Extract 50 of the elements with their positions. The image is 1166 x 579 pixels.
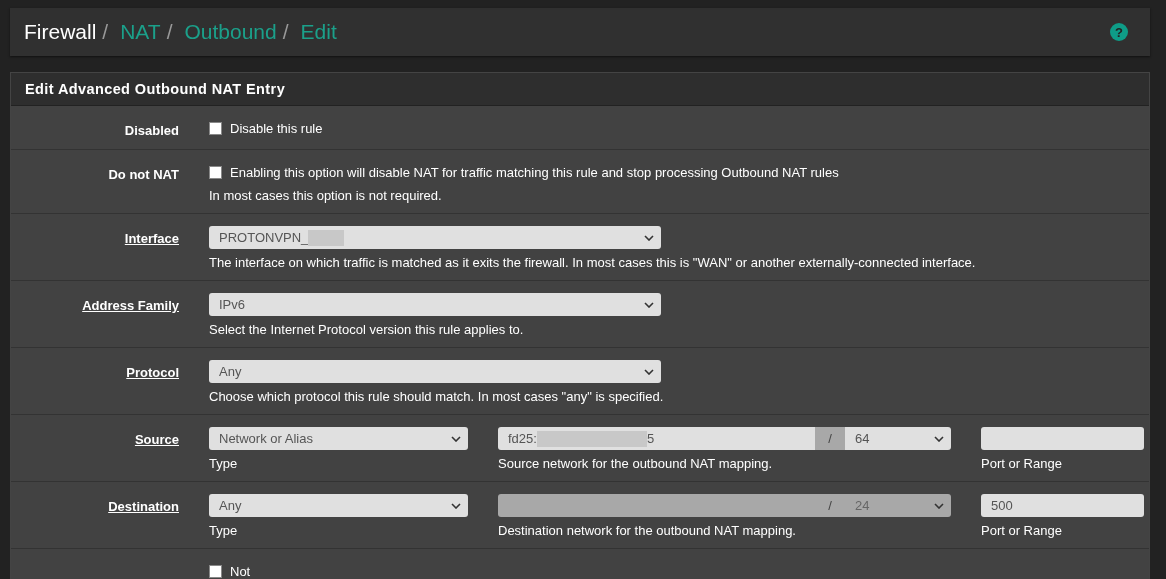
checkbox-label: Not bbox=[230, 563, 251, 579]
breadcrumb-item[interactable]: Outbound bbox=[184, 20, 277, 44]
help-text: In most cases this option is not required. bbox=[209, 188, 443, 203]
help-text: Destination network for the outbound NAT mapping. bbox=[498, 523, 797, 538]
breadcrumb-separator: / bbox=[282, 20, 289, 44]
field-label[interactable]: Destination bbox=[108, 499, 179, 514]
caret-icon bbox=[451, 436, 461, 442]
help-text: Port or Range bbox=[981, 456, 1063, 471]
breadcrumb-item[interactable]: Edit bbox=[300, 20, 337, 44]
caret-icon bbox=[934, 436, 944, 442]
help-text: Type bbox=[209, 456, 239, 471]
port-field[interactable] bbox=[981, 427, 1144, 450]
help-text: Port or Range bbox=[981, 523, 1063, 538]
caret-icon bbox=[644, 302, 654, 308]
field-label[interactable]: Source bbox=[134, 432, 179, 447]
mask-dropdown[interactable]: 64 bbox=[845, 427, 951, 450]
caret-icon bbox=[451, 503, 461, 509]
help-text: The interface on which traffic is matched as it exits the firewall. In most cases this is "WAN" or another externally-connected interface. bbox=[209, 255, 977, 270]
field-label: Do not NAT bbox=[108, 167, 179, 182]
checkbox-label: Disable this rule bbox=[230, 120, 323, 136]
address-field[interactable]: fd25: 5 bbox=[498, 427, 815, 450]
checkbox[interactable] bbox=[209, 165, 222, 179]
field-label[interactable]: Address Family bbox=[82, 298, 179, 313]
dropdown[interactable]: PROTONVPN_ bbox=[209, 226, 661, 249]
caret-icon bbox=[934, 503, 944, 509]
type-dropdown[interactable]: Network or Alias bbox=[209, 427, 468, 450]
checkbox-label: Enabling this option will disable NAT for traffic matching this rule and stop processing Outbound NAT rules bbox=[230, 164, 839, 180]
caret-icon bbox=[644, 235, 654, 241]
slash-addon: / bbox=[815, 494, 845, 517]
field-label: Disabled bbox=[124, 123, 179, 138]
port-field[interactable]: 500 bbox=[981, 494, 1144, 517]
type-dropdown[interactable]: Any bbox=[209, 494, 468, 517]
breadcrumb-item: Firewall bbox=[24, 20, 97, 44]
caret-icon bbox=[644, 369, 654, 375]
panel-title: Edit Advanced Outbound NAT Entry bbox=[25, 81, 286, 97]
checkbox[interactable] bbox=[209, 121, 222, 135]
breadcrumb-item[interactable]: NAT bbox=[120, 20, 161, 44]
dropdown[interactable]: Any bbox=[209, 360, 661, 383]
slash-addon: / bbox=[815, 427, 845, 450]
help-icon[interactable]: ? bbox=[1110, 23, 1128, 41]
help-text: Choose which protocol this rule should match. In most cases "any" is specified. bbox=[209, 389, 665, 404]
help-text: Select the Internet Protocol version this rule applies to. bbox=[209, 322, 525, 337]
checkbox[interactable] bbox=[209, 564, 222, 578]
dropdown[interactable]: IPv6 bbox=[209, 293, 661, 316]
breadcrumb-separator: / bbox=[166, 20, 173, 44]
breadcrumb-separator: / bbox=[102, 20, 109, 44]
help-text: Source network for the outbound NAT mapping. bbox=[498, 456, 774, 471]
field-label[interactable]: Interface bbox=[124, 231, 179, 246]
field-label[interactable]: Protocol bbox=[126, 365, 179, 380]
help-text: Type bbox=[209, 523, 239, 538]
